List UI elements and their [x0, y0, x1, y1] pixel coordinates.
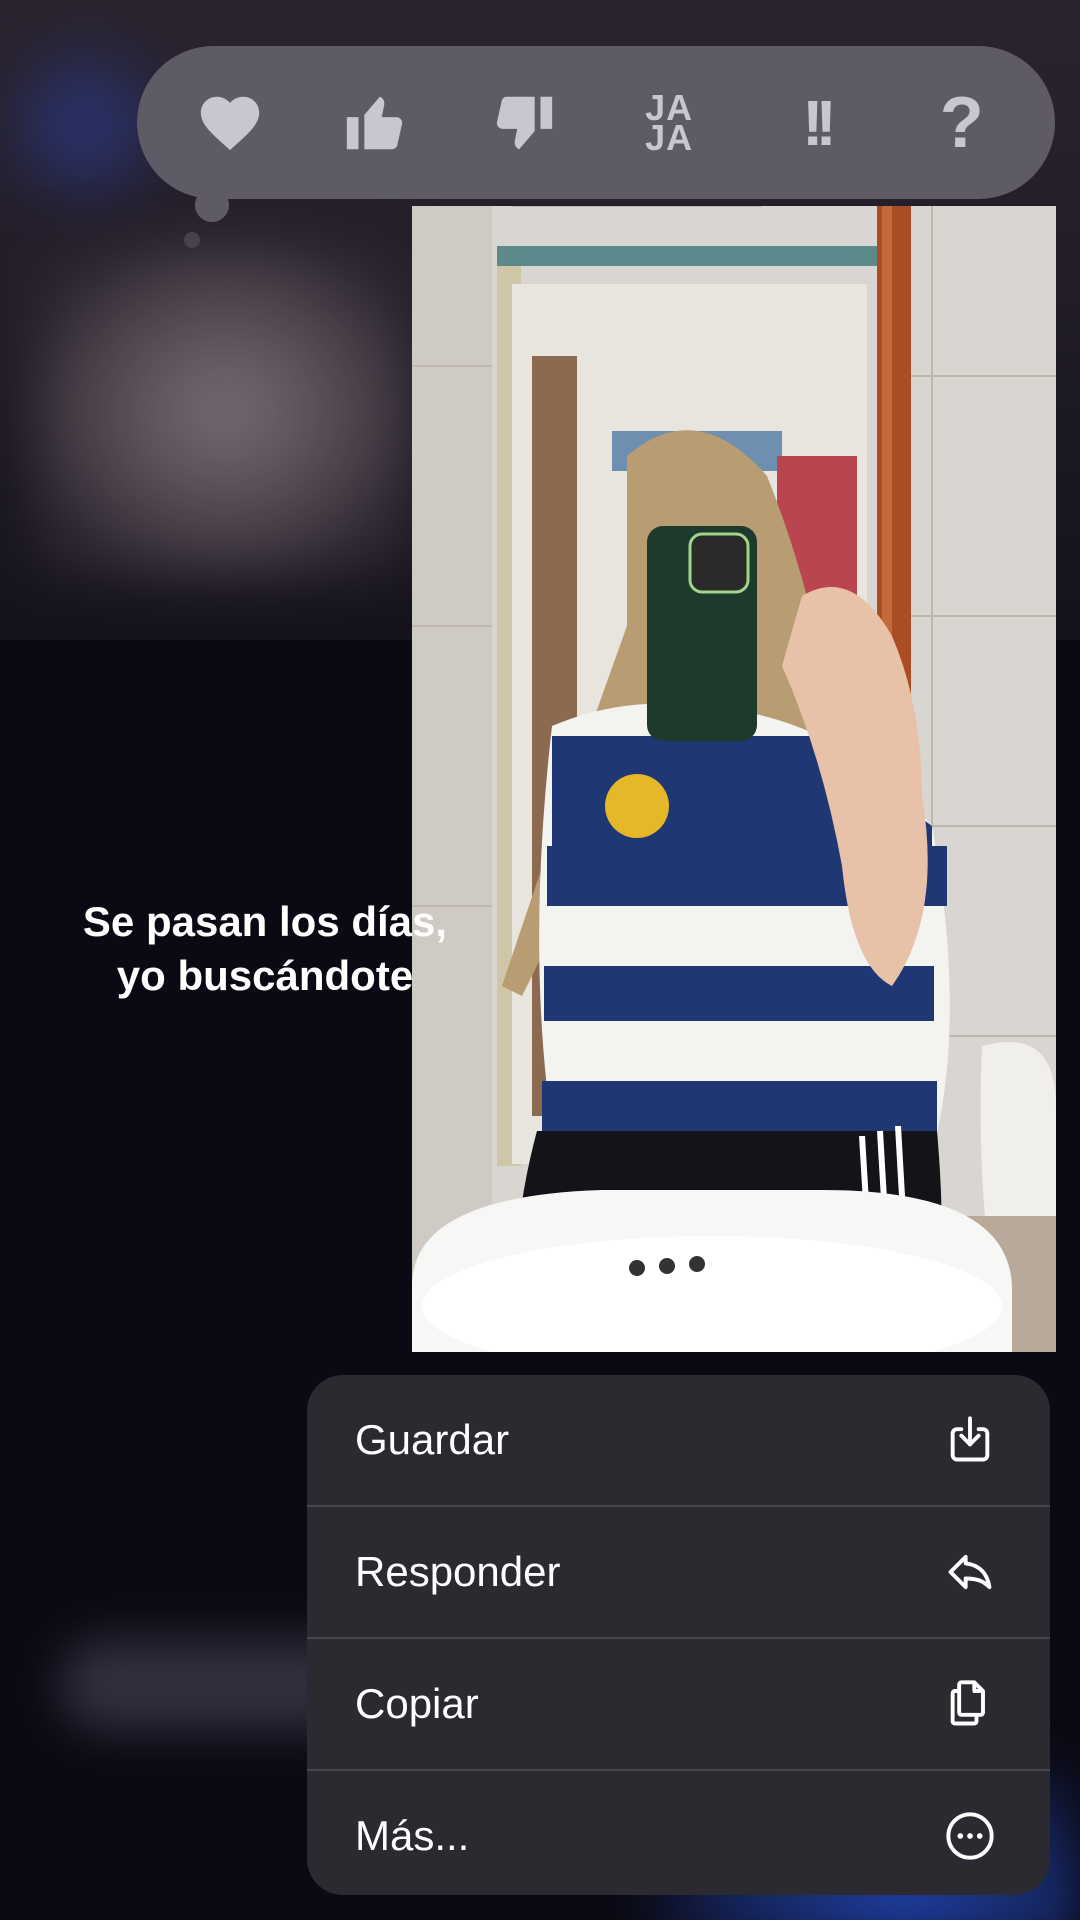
download-icon [950, 1416, 990, 1462]
photo-message[interactable] [412, 206, 1056, 1352]
emphasis-reaction[interactable]: !! [765, 73, 865, 173]
question-icon: ? [939, 82, 984, 163]
thumbs-down-icon [496, 96, 552, 149]
menu-item-label: Copiar [355, 1680, 479, 1727]
menu-item-label: Guardar [355, 1416, 510, 1463]
caption-line-1: Se pasan los días, [82, 898, 448, 945]
reply-icon [948, 1554, 992, 1590]
story-caption: Se pasan los días, yo buscándote [40, 895, 490, 1003]
haha-icon: JA JA [645, 86, 694, 158]
haha-reaction[interactable]: JA JA [619, 73, 719, 173]
caption-line-2: yo buscándote [116, 952, 414, 999]
menu-item-reply[interactable]: Responder [307, 1507, 1050, 1637]
menu-item-label: Responder [355, 1548, 561, 1595]
copy-icon [950, 1680, 985, 1726]
menu-item-label: Más... [355, 1812, 470, 1859]
thumbs-up-icon [347, 96, 403, 149]
heart-icon [200, 96, 260, 150]
more-icon [946, 1812, 994, 1860]
context-menu: Guardar Responder Copiar Más... [307, 1375, 1050, 1895]
menu-item-copy[interactable]: Copiar [307, 1639, 1050, 1769]
reaction-bar: JA JA !! ? [137, 46, 1055, 199]
menu-item-more[interactable]: Más... [307, 1771, 1050, 1895]
emphasis-icon: !! [802, 86, 837, 159]
question-reaction[interactable]: ? [912, 73, 1012, 173]
blurred-message-image [30, 240, 420, 580]
menu-item-save[interactable]: Guardar [307, 1375, 1050, 1505]
thumbs-up-reaction[interactable] [326, 73, 426, 173]
thumbs-down-reaction[interactable] [473, 73, 573, 173]
heart-reaction[interactable] [180, 73, 280, 173]
mirror-selfie-image [412, 206, 1056, 1352]
reaction-bar-tail-dot [184, 232, 200, 248]
blurred-avatar [20, 60, 150, 190]
